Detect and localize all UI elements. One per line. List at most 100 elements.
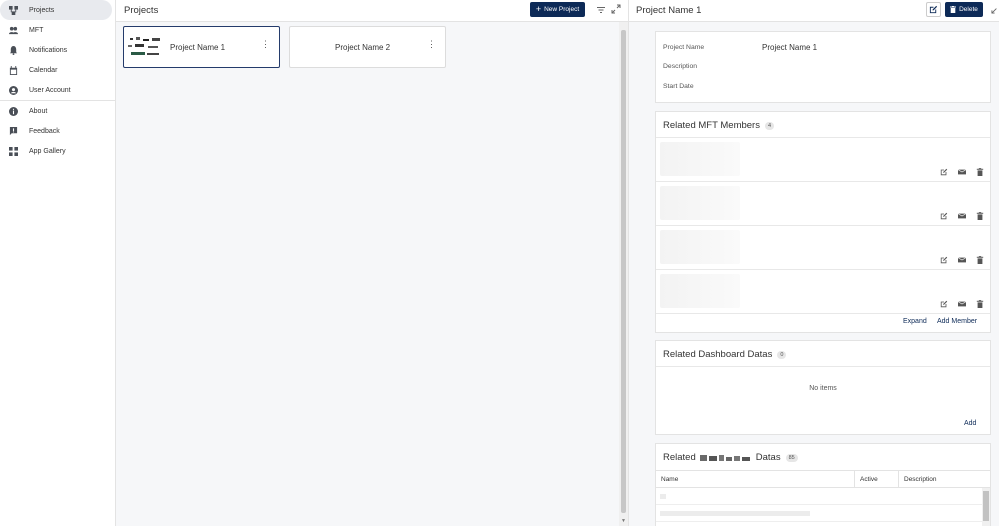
related-dashboard-card: Related Dashboard Datas 0 No items Add <box>655 340 991 435</box>
projects-panel: Projects + New Project Project Name 1 ⋮ … <box>116 0 628 526</box>
account-icon <box>8 85 18 95</box>
scrollbar-thumb[interactable] <box>621 30 626 513</box>
start-date-label: Start Date <box>663 83 694 90</box>
feedback-icon <box>8 126 18 136</box>
project-card[interactable]: Project Name 2 ⋮ <box>289 26 446 68</box>
collapse-icon[interactable] <box>991 5 999 14</box>
empty-state-text: No items <box>809 385 837 392</box>
related-datas-card: Related Datas 85 Name Active Description <box>655 443 991 526</box>
related-members-card: Related MFT Members 4 Expand Add Member <box>655 111 991 333</box>
member-row[interactable] <box>656 270 990 314</box>
sidebar-item-label: Feedback <box>29 127 60 135</box>
add-dashboard-link[interactable]: Add <box>964 420 976 427</box>
mail-icon[interactable] <box>958 168 966 176</box>
edit-icon[interactable] <box>940 300 948 308</box>
dashboard-title: Related Dashboard Datas 0 <box>663 349 787 360</box>
page-title: Projects <box>124 5 159 16</box>
sidebar-item-label: Calendar <box>29 66 58 74</box>
sidebar-item-app-gallery[interactable]: App Gallery <box>0 141 113 161</box>
bell-icon <box>8 45 18 55</box>
more-vert-icon[interactable]: ⋮ <box>261 40 270 49</box>
members-title-text: Related MFT Members <box>663 120 760 131</box>
edit-icon[interactable] <box>940 168 948 176</box>
member-row[interactable] <box>656 182 990 226</box>
trash-icon[interactable] <box>976 168 984 176</box>
info-icon <box>8 106 18 116</box>
trash-icon[interactable] <box>976 256 984 264</box>
member-row[interactable] <box>656 226 990 270</box>
new-project-button[interactable]: + New Project <box>530 2 585 17</box>
datas-title-prefix: Related <box>663 452 696 463</box>
sidebar-item-label: App Gallery <box>29 147 66 155</box>
datas-title: Related Datas 85 <box>663 452 798 463</box>
section-divider <box>656 366 990 367</box>
filter-icon[interactable] <box>596 5 606 15</box>
sidebar: Projects MFT Notifications Calendar User… <box>0 0 116 526</box>
table-row[interactable] <box>656 488 982 505</box>
edit-icon <box>929 5 938 14</box>
member-info <box>660 186 740 220</box>
edit-icon[interactable] <box>940 212 948 220</box>
new-project-label: New Project <box>544 6 580 13</box>
trash-icon[interactable] <box>976 212 984 220</box>
delete-button[interactable]: Delete <box>945 2 983 17</box>
column-header-name[interactable]: Name <box>661 476 678 483</box>
projects-header: Projects + New Project <box>116 0 628 22</box>
mail-icon[interactable] <box>958 256 966 264</box>
projects-icon <box>8 5 18 15</box>
table-row[interactable] <box>656 505 982 522</box>
sidebar-item-feedback[interactable]: Feedback <box>0 121 113 141</box>
sidebar-item-about[interactable]: About <box>0 101 113 121</box>
detail-title: Project Name 1 <box>636 5 702 16</box>
members-title: Related MFT Members 4 <box>663 120 775 131</box>
sidebar-item-user-account[interactable]: User Account <box>0 80 113 100</box>
project-card-name: Project Name 1 <box>170 43 226 52</box>
sidebar-item-label: MFT <box>29 26 44 34</box>
delete-label: Delete <box>959 6 978 13</box>
sidebar-item-notifications[interactable]: Notifications <box>0 40 113 60</box>
sidebar-item-label: Notifications <box>29 46 68 54</box>
calendar-icon <box>8 65 18 75</box>
more-vert-icon[interactable]: ⋮ <box>427 40 436 49</box>
expand-link[interactable]: Expand <box>903 318 927 325</box>
sidebar-item-label: About <box>29 107 48 115</box>
project-name-label: Project Name <box>663 44 705 51</box>
projects-scrollbar[interactable]: ▼ <box>619 22 628 526</box>
trash-icon <box>950 6 957 13</box>
table-scrollbar[interactable] <box>982 488 990 526</box>
column-header-active[interactable]: Active <box>860 476 878 483</box>
detail-header: Project Name 1 Delete <box>629 0 999 22</box>
description-label: Description <box>663 63 697 70</box>
grid-icon <box>8 146 18 156</box>
member-info <box>660 274 740 308</box>
members-count-badge: 4 <box>764 121 775 130</box>
project-card[interactable]: Project Name 1 ⋮ <box>123 26 280 68</box>
project-card-name: Project Name 2 <box>335 43 391 52</box>
add-member-link[interactable]: Add Member <box>937 318 977 325</box>
mail-icon[interactable] <box>958 300 966 308</box>
column-header-description[interactable]: Description <box>904 476 937 483</box>
sidebar-item-projects[interactable]: Projects <box>0 0 112 20</box>
sidebar-item-label: Projects <box>29 6 55 14</box>
member-info <box>660 142 740 176</box>
mail-icon[interactable] <box>958 212 966 220</box>
edit-button[interactable] <box>926 2 941 17</box>
project-name-value: Project Name 1 <box>762 43 818 52</box>
expand-icon[interactable] <box>611 4 621 14</box>
scroll-down-icon[interactable]: ▼ <box>621 518 626 524</box>
group-icon <box>8 25 18 35</box>
table-header: Name Active Description <box>656 470 990 488</box>
member-row[interactable] <box>656 138 990 182</box>
datas-count-badge: 85 <box>785 453 798 462</box>
member-info <box>660 230 740 264</box>
redacted-text-icon <box>699 454 750 461</box>
edit-icon[interactable] <box>940 256 948 264</box>
sidebar-item-calendar[interactable]: Calendar <box>0 60 113 80</box>
detail-panel: Project Name 1 Delete Project Name Proje… <box>628 0 999 526</box>
sidebar-item-mft[interactable]: MFT <box>0 20 113 40</box>
trash-icon[interactable] <box>976 300 984 308</box>
sidebar-item-label: User Account <box>29 86 71 94</box>
datas-title-suffix: Datas <box>755 452 781 463</box>
project-thumbnail <box>126 35 164 61</box>
project-info-card: Project Name Project Name 1 Description … <box>655 31 991 103</box>
